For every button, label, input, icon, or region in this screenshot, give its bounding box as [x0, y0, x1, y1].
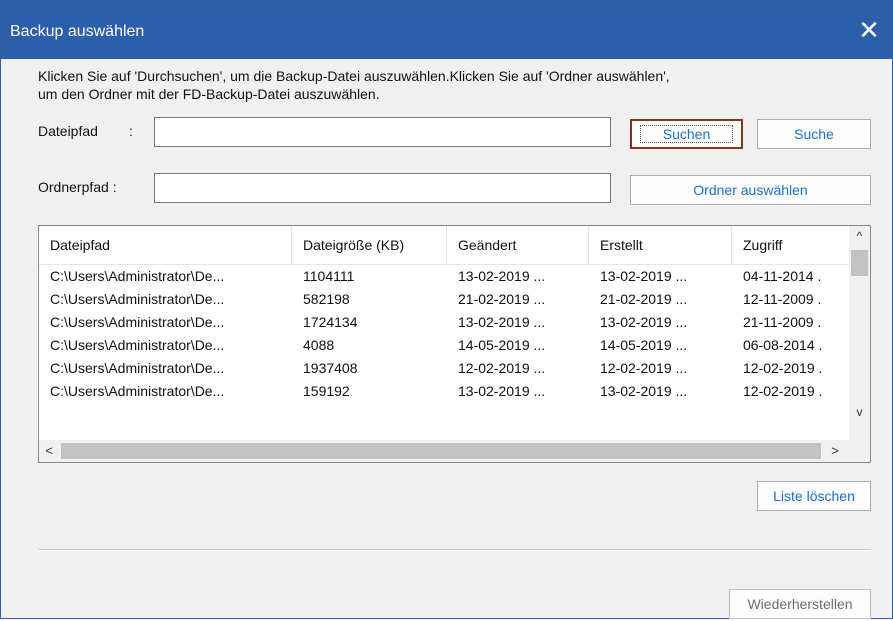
divider — [38, 549, 871, 551]
cell-created: 12-02-2019 ... — [600, 360, 688, 376]
vertical-scrollbar[interactable]: ^ v — [849, 226, 870, 440]
column-header-created[interactable]: Erstellt — [589, 226, 732, 264]
cell-created: 21-02-2019 ... — [600, 291, 688, 307]
search-button[interactable]: Suche — [757, 119, 871, 149]
table-row[interactable]: C:\Users\Administrator\De... 582198 21-0… — [39, 288, 849, 311]
cell-size: 1104111 — [303, 268, 355, 284]
window-title: Backup auswählen — [10, 23, 145, 40]
table-row[interactable]: C:\Users\Administrator\De... 1724134 13-… — [39, 311, 849, 334]
restore-button-label: Wiederherstellen — [747, 596, 853, 612]
column-header-accessed[interactable]: Zugriff — [732, 226, 849, 264]
instructions-line-2: um den Ordner mit der FD-Backup-Datei au… — [38, 86, 380, 102]
backup-dialog: Backup auswählen ✕ Klicken Sie auf 'Durc… — [0, 0, 893, 619]
cell-created: 13-02-2019 ... — [600, 314, 688, 330]
restore-button[interactable]: Wiederherstellen — [729, 589, 871, 619]
cell-modified: 21-02-2019 ... — [458, 291, 546, 307]
instructions-text: Klicken Sie auf 'Durchsuchen', um die Ba… — [38, 67, 858, 103]
cell-modified: 14-05-2019 ... — [458, 337, 546, 353]
clear-list-button-label: Liste löschen — [773, 488, 855, 504]
horizontal-scrollbar[interactable]: < > — [39, 440, 849, 462]
cell-path: C:\Users\Administrator\De... — [50, 360, 225, 376]
horizontal-scroll-thumb[interactable] — [61, 443, 821, 459]
scroll-left-icon[interactable]: < — [39, 440, 59, 462]
title-bar: Backup auswählen ✕ — [1, 1, 892, 59]
cell-accessed: 12-11-2009 . — [743, 291, 822, 307]
cell-path: C:\Users\Administrator\De... — [50, 383, 225, 399]
instructions-line-1: Klicken Sie auf 'Durchsuchen', um die Ba… — [38, 68, 670, 84]
cell-modified: 13-02-2019 ... — [458, 383, 546, 399]
table-row[interactable]: C:\Users\Administrator\De... 4088 14-05-… — [39, 334, 849, 357]
file-path-label: Dateipfad — [38, 123, 98, 139]
scrollbar-corner — [849, 440, 870, 462]
table-row[interactable]: C:\Users\Administrator\De... 159192 13-0… — [39, 380, 849, 403]
cell-created: 13-02-2019 ... — [600, 383, 688, 399]
backup-file-list[interactable]: Dateipfad Dateigröße (KB) Geändert Erste… — [38, 225, 871, 463]
table-row[interactable]: C:\Users\Administrator\De... 1104111 13-… — [39, 265, 849, 288]
cell-path: C:\Users\Administrator\De... — [50, 337, 225, 353]
column-header-size[interactable]: Dateigröße (KB) — [292, 226, 447, 264]
cell-accessed: 06-08-2014 . — [743, 337, 823, 353]
column-header-modified[interactable]: Geändert — [447, 226, 589, 264]
dialog-content: Klicken Sie auf 'Durchsuchen', um die Ba… — [1, 59, 892, 619]
cell-size: 1937408 — [303, 360, 358, 376]
cell-size: 1724134 — [303, 314, 358, 330]
folder-path-input[interactable] — [154, 173, 611, 203]
cell-created: 14-05-2019 ... — [600, 337, 688, 353]
clear-list-button[interactable]: Liste löschen — [757, 481, 871, 511]
cell-accessed: 12-02-2019 . — [743, 383, 823, 399]
scroll-down-icon[interactable]: v — [849, 402, 870, 422]
cell-path: C:\Users\Administrator\De... — [50, 291, 225, 307]
browse-button-label: Suchen — [639, 125, 734, 143]
cell-modified: 13-02-2019 ... — [458, 314, 546, 330]
close-icon[interactable]: ✕ — [846, 1, 892, 59]
select-folder-button-label: Ordner auswählen — [693, 182, 808, 198]
cell-modified: 13-02-2019 ... — [458, 268, 546, 284]
cell-path: C:\Users\Administrator\De... — [50, 268, 225, 284]
column-header-path[interactable]: Dateipfad — [39, 226, 292, 264]
cell-size: 4088 — [303, 337, 335, 353]
file-path-input[interactable] — [154, 117, 611, 147]
cell-size: 159192 — [303, 383, 350, 399]
cell-size: 582198 — [303, 291, 350, 307]
folder-path-label: Ordnerpfad : — [38, 179, 117, 195]
cell-accessed: 12-02-2019 . — [743, 360, 823, 376]
scroll-right-icon[interactable]: > — [825, 440, 845, 462]
select-folder-button[interactable]: Ordner auswählen — [630, 175, 871, 205]
cell-accessed: 04-11-2014 . — [743, 268, 822, 284]
cell-accessed: 21-11-2009 . — [743, 314, 822, 330]
cell-path: C:\Users\Administrator\De... — [50, 314, 225, 330]
file-path-colon: : — [129, 123, 133, 139]
table-row[interactable]: C:\Users\Administrator\De... 1937408 12-… — [39, 357, 849, 380]
vertical-scroll-thumb[interactable] — [851, 250, 868, 276]
list-header: Dateipfad Dateigröße (KB) Geändert Erste… — [39, 226, 849, 265]
scroll-up-icon[interactable]: ^ — [849, 226, 870, 246]
cell-modified: 12-02-2019 ... — [458, 360, 546, 376]
browse-button[interactable]: Suchen — [630, 119, 743, 149]
cell-created: 13-02-2019 ... — [600, 268, 688, 284]
search-button-label: Suche — [794, 126, 834, 142]
